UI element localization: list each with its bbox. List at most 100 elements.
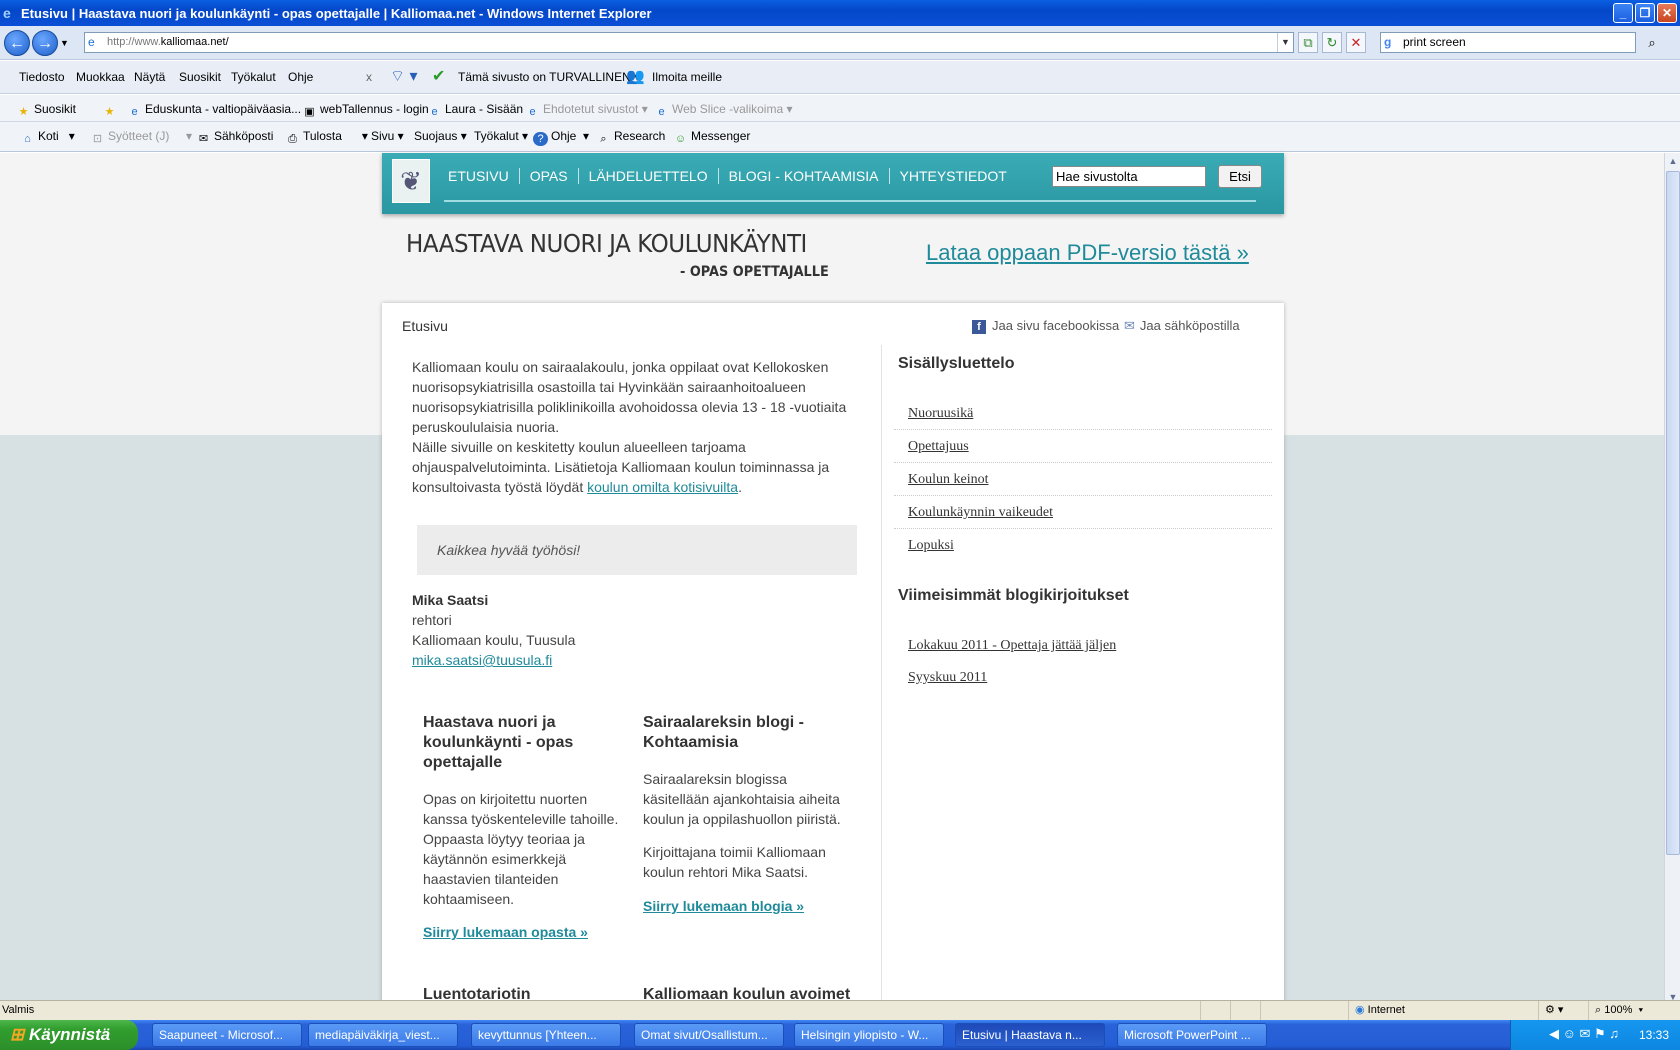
task-helsinki[interactable]: Helsingin yliopisto - W... bbox=[794, 1023, 944, 1047]
minimize-button[interactable]: _ bbox=[1613, 3, 1633, 23]
toc-item-lopuksi[interactable]: Lopuksi bbox=[894, 529, 1272, 562]
zone-indicator[interactable]: ◉ Internet bbox=[1348, 1001, 1538, 1020]
task-kevyttunnus[interactable]: kevyttunnus [Yhteen... bbox=[471, 1023, 621, 1047]
favorites-button[interactable]: ★ Suosikit bbox=[16, 102, 76, 119]
menu-help[interactable]: Ohje bbox=[288, 70, 313, 84]
scroll-up-icon[interactable]: ▲ bbox=[1665, 153, 1680, 169]
feed-icon: ⊡ bbox=[92, 133, 103, 145]
task-omat-sivut[interactable]: Omat sivut/Osallistum... bbox=[634, 1023, 784, 1047]
pdf-download-link[interactable]: Lataa oppaan PDF-versio tästä » bbox=[926, 240, 1249, 266]
scroll-thumb[interactable] bbox=[1666, 171, 1680, 855]
start-button[interactable]: ⊞ Käynnistä bbox=[0, 1020, 138, 1050]
stop-icon[interactable]: ✕ bbox=[1346, 32, 1366, 53]
check-icon: ✔ bbox=[432, 68, 446, 85]
address-dropdown-icon[interactable]: ▼ bbox=[1277, 33, 1293, 52]
menu-view[interactable]: Näytä bbox=[134, 70, 165, 84]
back-button[interactable]: ← bbox=[4, 30, 30, 56]
messenger-button[interactable]: ☺ Messenger bbox=[673, 129, 751, 146]
nav-blogi[interactable]: BLOGI - KOHTAAMISIA bbox=[717, 168, 889, 184]
quote-box: Kaikkea hyvää työhösi! bbox=[417, 525, 857, 575]
report-link[interactable]: Ilmoita meille bbox=[652, 70, 722, 84]
toc-item-vaikeudet[interactable]: Koulunkäynnin vaikeudet bbox=[894, 496, 1272, 529]
fav-web-slice[interactable]: e Web Slice -valikoima ▾ bbox=[654, 102, 792, 119]
guide-heading[interactable]: Haastava nuori ja koulunkäynti - opas opet… bbox=[423, 713, 573, 773]
address-bar[interactable]: e http://www.kalliomaa.net/ ▼ bbox=[84, 32, 1294, 53]
wot-icon[interactable]: ⌔ ▾ bbox=[390, 66, 418, 86]
safety-menu[interactable]: Suojaus ▾ bbox=[414, 129, 467, 143]
print-button[interactable]: ⎙ Tulosta ▾ bbox=[285, 129, 368, 146]
feeds-button[interactable]: ⊡ Syötteet (J) ▾ bbox=[90, 129, 192, 146]
open-doors-heading[interactable]: Kalliomaan koulun avoimet bbox=[643, 985, 850, 999]
tray-icons[interactable]: ◀ ☺ ✉ ⚑ ♫ bbox=[1549, 1026, 1619, 1042]
help-menu[interactable]: ? Ohje ▾ bbox=[533, 129, 589, 146]
read-guide-link[interactable]: Siirry lukemaan opasta » bbox=[423, 924, 588, 940]
home-button[interactable]: ⌂ Koti ▾ bbox=[20, 129, 75, 146]
task-etusivu[interactable]: Etusivu | Haastava n... bbox=[955, 1023, 1105, 1047]
refresh-icon[interactable]: ↻ bbox=[1322, 32, 1342, 53]
protected-mode-icon[interactable]: ⚙ ▾ bbox=[1538, 1001, 1588, 1020]
school-homepage-link[interactable]: koulun omilta kotisivuilta bbox=[587, 479, 738, 495]
page-menu[interactable]: Sivu ▾ bbox=[371, 129, 404, 143]
search-input[interactable]: g print screen bbox=[1380, 32, 1636, 53]
research-button[interactable]: ⌕ Research bbox=[596, 129, 665, 146]
search-icon[interactable]: ⌕ bbox=[1638, 32, 1666, 53]
zoom-level[interactable]: ⌕ 100% ▾ bbox=[1588, 1001, 1668, 1020]
facebook-icon: f bbox=[972, 320, 986, 334]
nav-yhteystiedot[interactable]: YHTEYSTIEDOT bbox=[888, 168, 1017, 184]
blog-author: Kirjoittajana toimii Kalliomaan koulun re… bbox=[643, 844, 826, 880]
compatibility-icon[interactable]: ⧉ bbox=[1298, 32, 1318, 53]
toc-heading: Sisällysluettelo bbox=[898, 355, 1015, 372]
blog-post-syyskuu[interactable]: Syyskuu 2011 bbox=[894, 661, 1272, 694]
toc-item-opettajuus[interactable]: Opettajuus bbox=[894, 430, 1272, 463]
ie-page-icon: e bbox=[529, 106, 536, 118]
toc-item-koulun-keinot[interactable]: Koulun keinot bbox=[894, 463, 1272, 496]
fav-eduskunta[interactable]: e Eduskunta - valtiopäiväasia... bbox=[127, 102, 301, 119]
nav-lahdeluettelo[interactable]: LÄHDELUETTELO bbox=[577, 168, 718, 184]
email-button[interactable]: ✉ Sähköposti bbox=[196, 129, 273, 146]
site-logo[interactable]: ❦ bbox=[392, 159, 430, 203]
nav-opas[interactable]: OPAS bbox=[518, 168, 578, 184]
add-favorite-icon[interactable]: ★ bbox=[102, 102, 120, 119]
menu-file[interactable]: Tiedosto bbox=[19, 70, 65, 84]
security-status[interactable]: Tämä sivusto on TURVALLINEN ▾ bbox=[458, 70, 640, 84]
fav-webtallennus[interactable]: ▣ webTallennus - login bbox=[302, 102, 428, 119]
maximize-button[interactable]: ❐ bbox=[1635, 3, 1655, 23]
fav-laura[interactable]: e Laura - Sisään bbox=[427, 102, 523, 119]
menu-favorites[interactable]: Suosikit bbox=[179, 70, 221, 84]
toolbar-close-icon[interactable]: x bbox=[366, 70, 372, 84]
tools-menu[interactable]: Työkalut ▾ bbox=[474, 129, 528, 143]
site-search-button[interactable]: Etsi bbox=[1218, 165, 1262, 188]
history-dropdown-icon[interactable]: ▼ bbox=[60, 38, 69, 48]
nav-underline bbox=[444, 200, 1256, 202]
task-word[interactable]: mediapäiväkirja_viest... bbox=[308, 1023, 458, 1047]
close-button[interactable]: ✕ bbox=[1657, 3, 1677, 23]
printer-icon: ⎙ bbox=[288, 133, 297, 145]
nav-etusivu[interactable]: ETUSIVU bbox=[438, 168, 519, 184]
lectures-heading[interactable]: Luentotarjotin bbox=[423, 985, 531, 999]
blog-posts-heading: Viimeisimmät blogikirjoitukset bbox=[898, 587, 1129, 604]
fav-suggested-sites[interactable]: e Ehdotetut sivustot ▾ bbox=[525, 102, 647, 119]
toc-item-nuoruusika[interactable]: Nuoruusikä bbox=[894, 397, 1272, 430]
read-blog-link[interactable]: Siirry lukemaan blogia » bbox=[643, 898, 804, 914]
forward-button[interactable]: → bbox=[32, 30, 58, 56]
star-icon: ★ bbox=[18, 106, 29, 118]
blog-post-lokakuu[interactable]: Lokakuu 2011 - Opettaja jättää jäljen bbox=[894, 629, 1272, 662]
clock[interactable]: 13:33 bbox=[1639, 1028, 1669, 1042]
vertical-scrollbar[interactable]: ▲ ▼ bbox=[1664, 153, 1680, 1005]
menu-tools[interactable]: Työkalut bbox=[231, 70, 276, 84]
ie-page-icon: e bbox=[658, 106, 665, 118]
info-paragraph: Näille sivuille on keskitetty koulun alu… bbox=[412, 439, 830, 495]
task-outlook[interactable]: Saapuneet - Microsof... bbox=[152, 1023, 302, 1047]
share-email[interactable]: ✉ Jaa sähköpostilla bbox=[1124, 318, 1240, 334]
address-toolbar: ← → ▼ e http://www.kalliomaa.net/ ▼ ⧉ ↻ … bbox=[0, 26, 1680, 60]
globe-icon: ◉ bbox=[1355, 1004, 1365, 1016]
share-facebook[interactable]: f Jaa sivu facebookissa bbox=[972, 318, 1119, 334]
menu-edit[interactable]: Muokkaa bbox=[76, 70, 125, 84]
messenger-icon: ☺ bbox=[674, 133, 687, 145]
task-powerpoint[interactable]: Microsoft PowerPoint ... bbox=[1117, 1023, 1267, 1047]
research-icon: ⌕ bbox=[600, 133, 607, 145]
site-search-input[interactable]: Hae sivustolta bbox=[1052, 166, 1206, 187]
google-icon: g bbox=[1384, 35, 1392, 49]
email-link[interactable]: mika.saatsi@tuusula.fi bbox=[412, 652, 552, 668]
blog-heading[interactable]: Sairaalareksin blogi - Kohtaamisia bbox=[643, 713, 804, 753]
